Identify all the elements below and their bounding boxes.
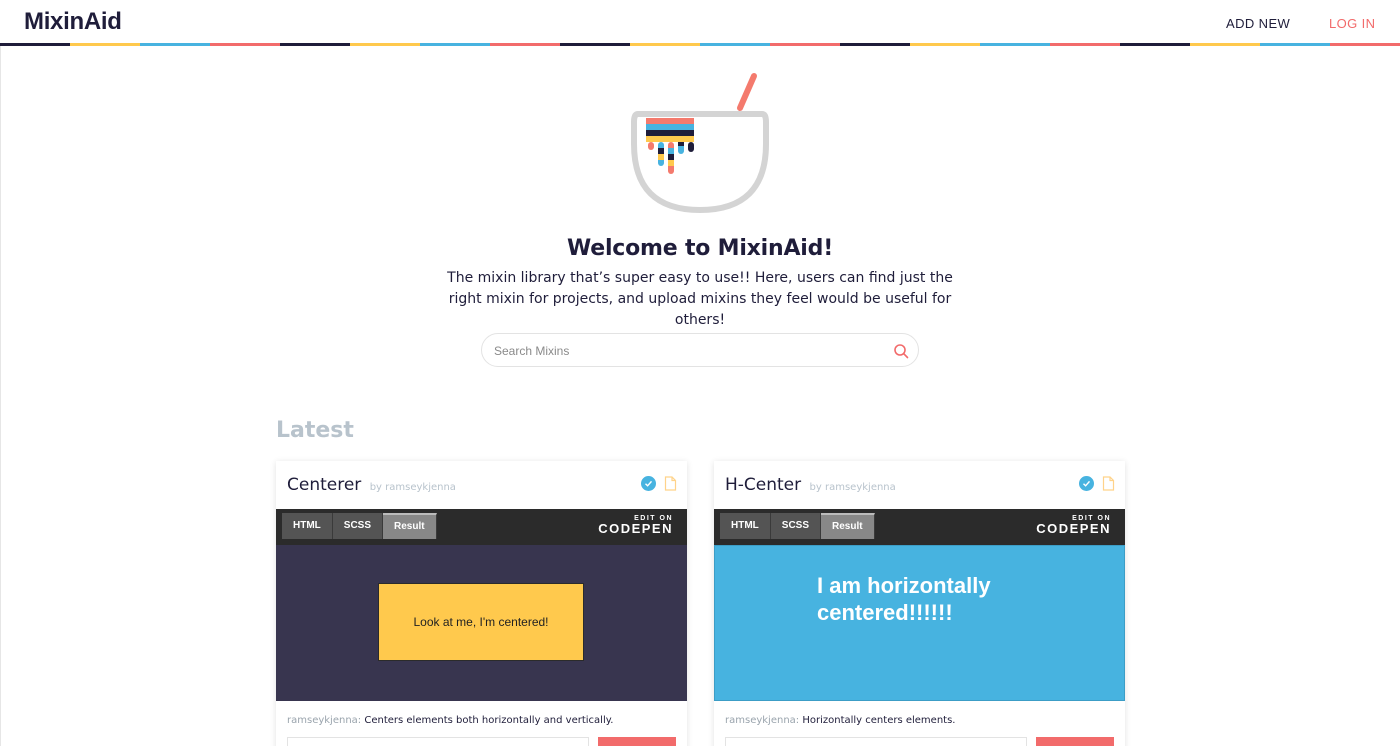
stripe-segment: [840, 43, 910, 46]
card-footer-button[interactable]: [1036, 737, 1114, 746]
codepen-embed: HTML SCSS Result EDIT ON CODEPEN I am ho…: [714, 509, 1125, 701]
result-preview: I am horizontally centered!!!!!!: [714, 545, 1125, 701]
tab-html[interactable]: HTML: [282, 513, 333, 539]
add-new-link[interactable]: ADD NEW: [1226, 16, 1290, 31]
mixin-card-h-center[interactable]: H-Center by ramseykjenna HTML SCSS Resul…: [714, 461, 1125, 746]
stripe-segment: [70, 43, 140, 46]
stripe-segment: [420, 43, 490, 46]
demo-horizontal-text: I am horizontally centered!!!!!!: [817, 573, 991, 625]
card-description-text: Horizontally centers elements.: [802, 715, 956, 726]
card-byline: by ramseykjenna: [369, 482, 456, 493]
tab-result[interactable]: Result: [821, 513, 875, 539]
search-icon[interactable]: [892, 342, 910, 360]
card-actions: [1079, 476, 1115, 491]
card-description: ramseykjenna: Centers elements both hori…: [287, 715, 613, 726]
card-author: ramseykjenna:: [725, 715, 800, 726]
card-description-text: Centers elements both horizontally and v…: [364, 715, 614, 726]
stripe-segment: [910, 43, 980, 46]
codepen-logo: CODEPEN: [1036, 521, 1111, 536]
card-byline: by ramseykjenna: [809, 482, 896, 493]
card-title[interactable]: H-Center by ramseykjenna: [725, 475, 896, 495]
tab-result[interactable]: Result: [383, 513, 437, 539]
tab-scss[interactable]: SCSS: [332, 513, 384, 539]
card-description: ramseykjenna: Horizontally centers eleme…: [725, 715, 955, 726]
codepen-toolbar: HTML SCSS Result EDIT ON CODEPEN: [276, 509, 687, 545]
stripe-segment: [700, 43, 770, 46]
card-footer-field[interactable]: [725, 737, 1027, 746]
codepen-embed: HTML SCSS Result EDIT ON CODEPEN Look at…: [276, 509, 687, 701]
result-preview: Look at me, I'm centered!: [276, 545, 687, 701]
stripe-segment: [980, 43, 1050, 46]
card-footer-field[interactable]: [287, 737, 589, 746]
page-edge-divider: [0, 46, 1, 746]
card-actions: [641, 476, 677, 491]
stripe-segment: [350, 43, 420, 46]
verified-check-icon[interactable]: [641, 476, 656, 491]
stripe-segment: [560, 43, 630, 46]
stripe-segment: [1120, 43, 1190, 46]
stripe-segment: [1330, 43, 1400, 46]
color-stripe: [0, 43, 1400, 46]
stripe-segment: [1050, 43, 1120, 46]
document-icon[interactable]: [664, 476, 677, 491]
demo-centered-box: Look at me, I'm centered!: [378, 583, 584, 661]
stripe-segment: [210, 43, 280, 46]
stripe-segment: [1260, 43, 1330, 46]
stripe-segment: [630, 43, 700, 46]
stripe-segment: [280, 43, 350, 46]
stripe-segment: [490, 43, 560, 46]
stripe-segment: [140, 43, 210, 46]
card-title-text: Centerer: [287, 475, 362, 495]
codepen-logo: CODEPEN: [598, 521, 673, 536]
hero-title: Welcome to MixinAid!: [566, 236, 834, 261]
card-footer-button[interactable]: [598, 737, 676, 746]
search-bar: [481, 333, 919, 367]
mixing-bowl-icon: [624, 68, 776, 222]
edit-on-codepen-link[interactable]: EDIT ON CODEPEN: [598, 515, 673, 536]
card-title[interactable]: Centerer by ramseykjenna: [287, 475, 456, 495]
latest-heading: Latest: [276, 418, 354, 443]
card-title-text: H-Center: [725, 475, 802, 495]
stripe-segment: [1190, 43, 1260, 46]
document-icon[interactable]: [1102, 476, 1115, 491]
search-input[interactable]: [494, 342, 874, 360]
codepen-toolbar: HTML SCSS Result EDIT ON CODEPEN: [714, 509, 1125, 545]
stripe-segment: [0, 43, 70, 46]
log-in-link[interactable]: LOG IN: [1329, 16, 1375, 31]
verified-check-icon[interactable]: [1079, 476, 1094, 491]
tab-html[interactable]: HTML: [720, 513, 771, 539]
stripe-segment: [770, 43, 840, 46]
tab-scss[interactable]: SCSS: [770, 513, 822, 539]
hero-description: The mixin library that’s super easy to u…: [447, 270, 953, 328]
top-header: MixinAid ADD NEW LOG IN: [0, 0, 1400, 46]
logo[interactable]: MixinAid: [24, 8, 122, 36]
card-author: ramseykjenna:: [287, 715, 362, 726]
edit-on-codepen-link[interactable]: EDIT ON CODEPEN: [1036, 515, 1111, 536]
mixin-card-centerer[interactable]: Centerer by ramseykjenna HTML SCSS Resul…: [276, 461, 687, 746]
